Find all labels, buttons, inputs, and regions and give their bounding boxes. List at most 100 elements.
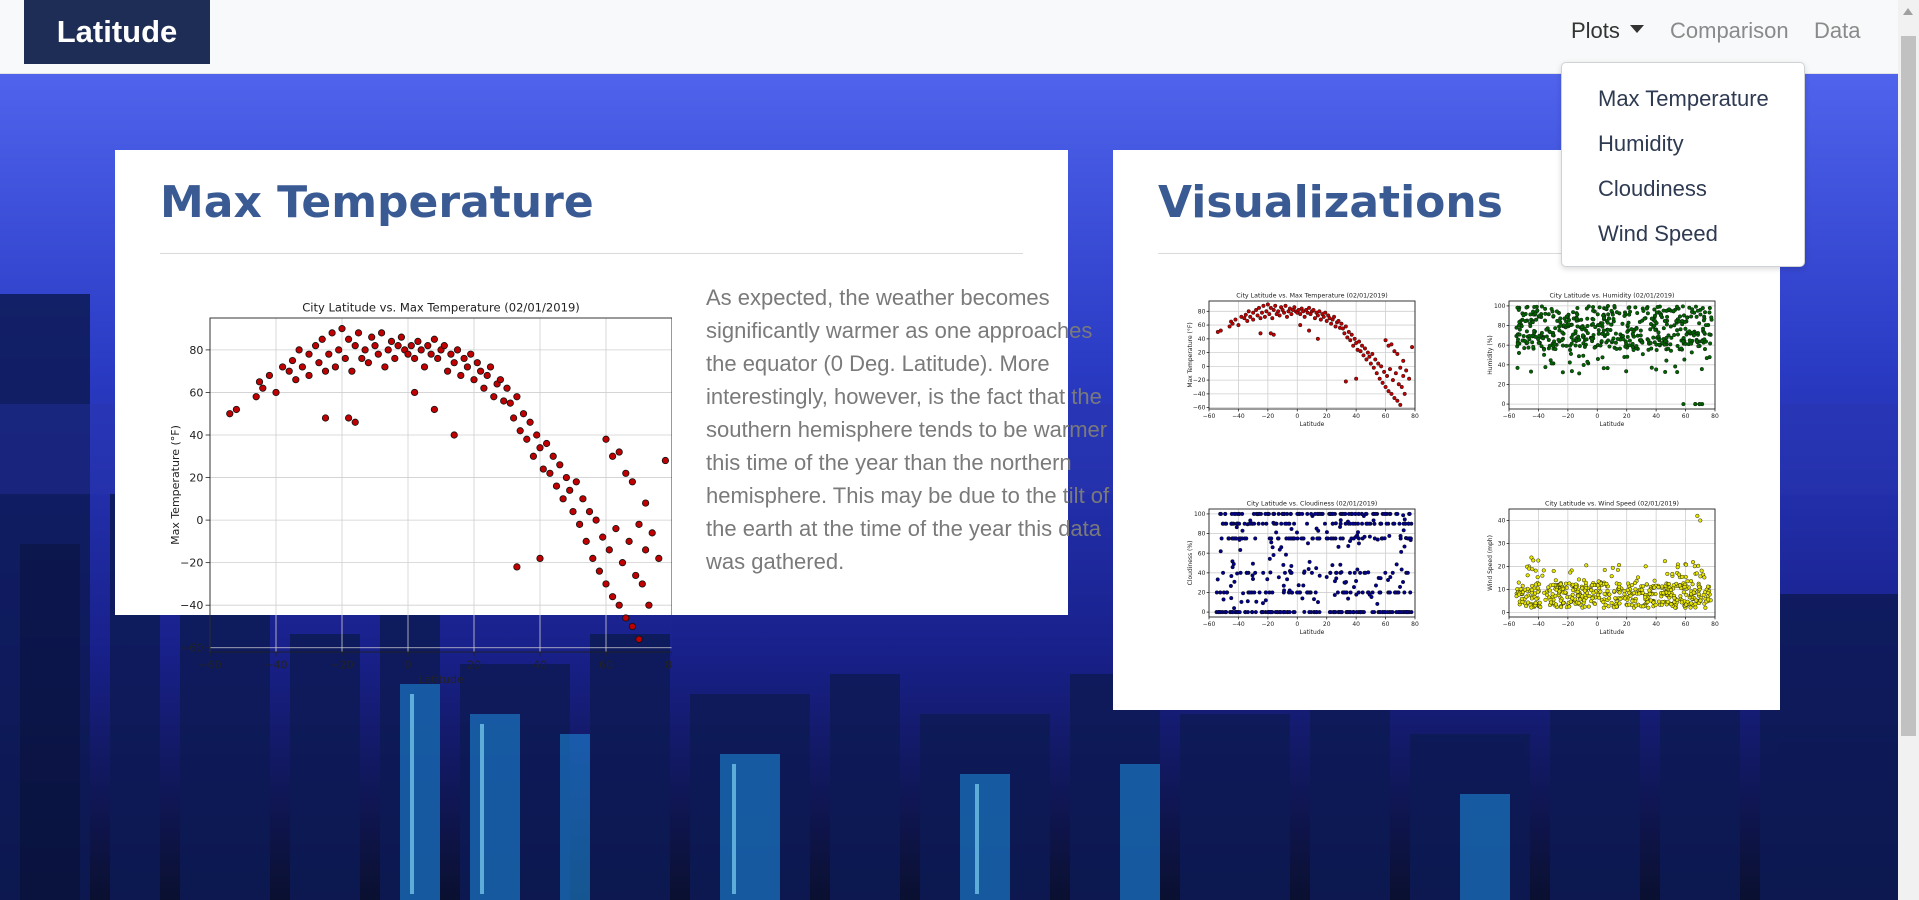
data-point <box>1346 511 1351 516</box>
data-point <box>1373 511 1378 516</box>
data-point <box>1318 317 1323 322</box>
y-tick-label: −40 <box>180 599 203 612</box>
data-point <box>1353 521 1358 526</box>
brand-logo[interactable]: Latitude <box>24 0 210 64</box>
data-point <box>1567 318 1572 323</box>
data-point <box>1542 347 1547 352</box>
thumbnail-cloudiness-chart[interactable]: City Latitude vs. Cloudiness (02/01/2019… <box>1183 495 1423 641</box>
dropdown-item-cloudiness[interactable]: Cloudiness <box>1598 176 1707 202</box>
data-point <box>1591 305 1596 310</box>
data-point <box>1261 303 1266 308</box>
data-point <box>1612 303 1617 309</box>
data-point <box>1529 587 1534 592</box>
data-point <box>1394 562 1399 567</box>
dropdown-item-wind-speed[interactable]: Wind Speed <box>1598 221 1718 247</box>
data-point <box>1379 521 1384 526</box>
y-axis-label: Wind Speed (mph) <box>1487 535 1494 591</box>
y-tick-label: −20 <box>180 556 203 569</box>
data-point <box>1689 314 1694 319</box>
data-point <box>595 567 603 575</box>
data-point <box>404 350 412 358</box>
data-point <box>292 376 300 384</box>
x-tick-label: 40 <box>1652 621 1660 628</box>
data-point <box>1309 570 1314 575</box>
scrollbar-thumb[interactable] <box>1901 36 1916 736</box>
data-point <box>1618 596 1623 601</box>
data-point <box>1659 602 1664 607</box>
data-point <box>1342 580 1347 585</box>
data-point <box>345 414 353 422</box>
data-point <box>447 350 455 358</box>
x-tick-label: −20 <box>1562 621 1575 628</box>
dropdown-item-max-temperature[interactable]: Max Temperature <box>1598 86 1769 112</box>
data-point <box>1233 317 1238 322</box>
data-point <box>391 354 399 363</box>
y-tick-label: 80 <box>1498 323 1506 330</box>
data-point <box>622 614 630 622</box>
data-point <box>1570 596 1575 601</box>
data-point <box>1395 398 1400 403</box>
thumbnail-max-temperature-chart[interactable]: City Latitude vs. Max Temperature (02/01… <box>1183 287 1423 433</box>
data-point <box>473 359 481 367</box>
data-point <box>1663 338 1668 343</box>
data-point <box>1338 536 1343 541</box>
x-tick-label: 0 <box>1295 413 1299 420</box>
y-tick-label: 0 <box>1502 610 1506 617</box>
dropdown-item-humidity[interactable]: Humidity <box>1598 131 1684 157</box>
data-point <box>368 333 376 341</box>
data-point <box>1658 313 1663 318</box>
data-point <box>1567 360 1572 365</box>
data-point <box>1672 332 1677 338</box>
data-point <box>1292 305 1297 310</box>
data-point <box>1327 610 1332 615</box>
nav-plots-dropdown-toggle[interactable]: Plots <box>1571 18 1644 44</box>
data-point <box>1405 536 1410 541</box>
data-point <box>1585 331 1590 336</box>
data-point <box>1312 316 1317 321</box>
data-point <box>641 546 650 554</box>
data-point <box>1593 325 1598 330</box>
data-point <box>1296 583 1301 588</box>
data-point <box>1338 570 1343 575</box>
data-point <box>1629 327 1634 332</box>
y-tick-label: 40 <box>1498 518 1506 525</box>
data-point <box>1665 314 1670 319</box>
data-point <box>569 507 577 516</box>
data-point <box>1387 533 1392 538</box>
data-point <box>288 356 297 365</box>
page-scrollbar[interactable] <box>1898 0 1919 900</box>
data-point <box>1577 343 1582 349</box>
data-point <box>1582 344 1587 349</box>
y-tick-label: 80 <box>1198 308 1206 315</box>
data-point <box>1338 562 1343 567</box>
data-point <box>1283 303 1288 308</box>
data-point <box>1560 586 1566 591</box>
nav-comparison-link[interactable]: Comparison <box>1670 18 1789 44</box>
data-point <box>1365 350 1370 355</box>
data-point <box>1674 304 1680 309</box>
thumbnail-wind-speed-chart[interactable]: City Latitude vs. Wind Speed (02/01/2019… <box>1483 495 1723 641</box>
data-point <box>1532 304 1537 310</box>
data-point <box>1524 603 1529 609</box>
data-point <box>1395 351 1400 356</box>
data-point <box>1568 570 1573 575</box>
scroll-up-arrow-icon[interactable] <box>1903 8 1913 15</box>
data-point <box>1548 330 1553 335</box>
data-point <box>305 371 313 380</box>
data-point <box>1401 358 1406 363</box>
data-point <box>1250 610 1255 615</box>
data-point <box>1585 323 1590 329</box>
data-point <box>1668 342 1673 347</box>
data-point <box>1270 545 1275 550</box>
data-point <box>1364 357 1369 362</box>
data-point <box>1524 594 1529 599</box>
data-point <box>509 414 518 422</box>
data-point <box>1569 369 1574 374</box>
data-point <box>1360 343 1365 348</box>
data-point <box>1582 598 1587 603</box>
x-tick-label: 60 <box>1382 621 1390 628</box>
data-point <box>1263 590 1268 595</box>
thumbnail-humidity-chart[interactable]: City Latitude vs. Humidity (02/01/2019) −… <box>1483 287 1723 433</box>
nav-data-link[interactable]: Data <box>1814 18 1860 44</box>
data-point <box>1351 585 1357 590</box>
